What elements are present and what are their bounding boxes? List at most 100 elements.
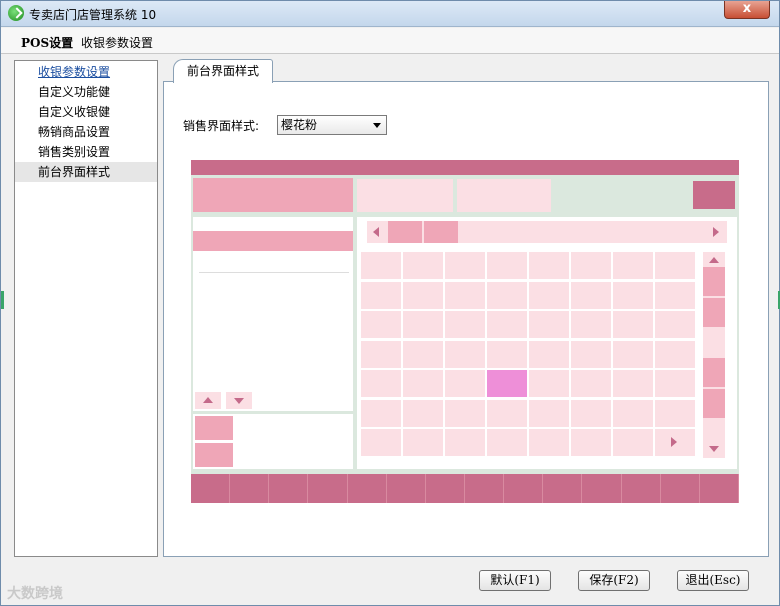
sidebar-item-frontend-style[interactable]: 前台界面样式 (15, 162, 157, 182)
arrow-left-icon (373, 227, 379, 237)
default-button[interactable]: 默认(F1) (479, 570, 551, 591)
footer-cell (230, 474, 270, 503)
grid-cell (613, 311, 653, 338)
menu-bar: POS设置 收银参数设置 (1, 28, 779, 54)
grid-cell (529, 281, 569, 309)
grid-cell (571, 252, 611, 279)
footer-cell (465, 474, 505, 503)
footer-cell (661, 474, 700, 503)
preview-v-segment (703, 329, 725, 358)
grid-cell (445, 429, 485, 456)
style-select[interactable]: 樱花粉 (277, 115, 387, 135)
grid-cell (361, 340, 401, 368)
save-button[interactable]: 保存(F2) (578, 570, 650, 591)
footer-cell (543, 474, 583, 503)
preview-v-segment (703, 389, 725, 418)
grid-cell (529, 340, 569, 368)
arrow-right-icon (713, 227, 719, 237)
grid-cell (361, 429, 401, 456)
chevron-down-icon (373, 123, 381, 128)
tab-frontend-style[interactable]: 前台界面样式 (173, 59, 273, 83)
grid-cell (613, 370, 653, 397)
sidebar-item-cash-params[interactable]: 收银参数设置 (15, 62, 157, 82)
sidebar-item-bestseller-settings[interactable]: 畅销商品设置 (15, 122, 157, 142)
footer-cell (504, 474, 544, 503)
preview-left-header (193, 231, 353, 251)
grid-cell (403, 429, 443, 456)
grid-cell-selected (487, 370, 527, 397)
grid-cell (403, 340, 443, 368)
arrow-up-icon (709, 257, 719, 263)
exit-button[interactable]: 退出(Esc) (677, 570, 749, 591)
grid-cell (445, 281, 485, 309)
window-title: 专卖店门店管理系统 10 (29, 8, 157, 22)
menu-pos-settings[interactable]: POS设置 (21, 34, 73, 51)
footer-cell (387, 474, 426, 503)
grid-cell (487, 429, 527, 456)
footer-cell (269, 474, 309, 503)
watermark: 大数跨境 (7, 586, 63, 602)
grid-cell (445, 340, 485, 368)
style-select-value: 樱花粉 (281, 118, 318, 132)
preview-small-button (195, 416, 233, 440)
footer-cell (700, 474, 739, 503)
arrow-down-icon (234, 398, 244, 404)
grid-cell (571, 399, 611, 427)
grid-cell (361, 399, 401, 427)
grid-cell (655, 252, 695, 279)
sidebar-item-custom-cash-keys[interactable]: 自定义收银健 (15, 102, 157, 122)
grid-cell (487, 399, 527, 427)
grid-cell (571, 311, 611, 338)
grid-cell (487, 281, 527, 309)
preview-v-segment (703, 358, 725, 387)
preview-down-button (226, 392, 252, 409)
footer-cell (426, 474, 465, 503)
grid-cell (361, 281, 401, 309)
arrow-right-icon (671, 437, 677, 447)
grid-cell (487, 340, 527, 368)
grid-cell (361, 370, 401, 397)
preview-footer-bar (191, 474, 739, 503)
grid-cell (529, 370, 569, 397)
grid-cell (655, 370, 695, 397)
title-bar: 专卖店门店管理系统 10 x (1, 1, 779, 27)
grid-cell (529, 399, 569, 427)
grid-cell (445, 311, 485, 338)
grid-cell (613, 429, 653, 456)
arrow-up-icon (203, 397, 213, 403)
footer-cell (191, 474, 231, 503)
grid-cell (655, 340, 695, 368)
settings-sidebar: 收银参数设置 自定义功能健 自定义收银健 畅销商品设置 销售类别设置 前台界面样… (14, 60, 158, 557)
footer-cell (582, 474, 622, 503)
grid-cell (571, 370, 611, 397)
grid-cell (613, 399, 653, 427)
grid-cell (361, 252, 401, 279)
grid-cell (529, 429, 569, 456)
preview-header-block (457, 179, 551, 212)
app-logo-icon (8, 5, 24, 21)
grid-cell (571, 340, 611, 368)
close-button[interactable]: x (724, 1, 770, 19)
preview-header-button (693, 181, 735, 209)
menu-cash-params[interactable]: 收银参数设置 (81, 34, 153, 51)
app-window: 专卖店门店管理系统 10 x POS设置 收银参数设置 收银参数设置 自定义功能… (0, 0, 780, 606)
window-edge-marker (1, 291, 4, 309)
grid-cell (655, 281, 695, 309)
preview-scroll-thumb (388, 221, 422, 243)
grid-cell (445, 399, 485, 427)
preview-small-button (195, 443, 233, 467)
preview-header-block (357, 179, 453, 212)
grid-cell (529, 252, 569, 279)
grid-cell (487, 252, 527, 279)
grid-cell (403, 281, 443, 309)
sidebar-item-sales-category[interactable]: 销售类别设置 (15, 142, 157, 162)
style-preview (191, 160, 739, 503)
grid-cell (445, 370, 485, 397)
sidebar-item-custom-function-keys[interactable]: 自定义功能健 (15, 82, 157, 102)
preview-product-grid (361, 252, 697, 458)
grid-cell (613, 340, 653, 368)
grid-cell (571, 281, 611, 309)
footer-cell (348, 474, 387, 503)
grid-cell (655, 399, 695, 427)
arrow-down-icon (709, 446, 719, 452)
